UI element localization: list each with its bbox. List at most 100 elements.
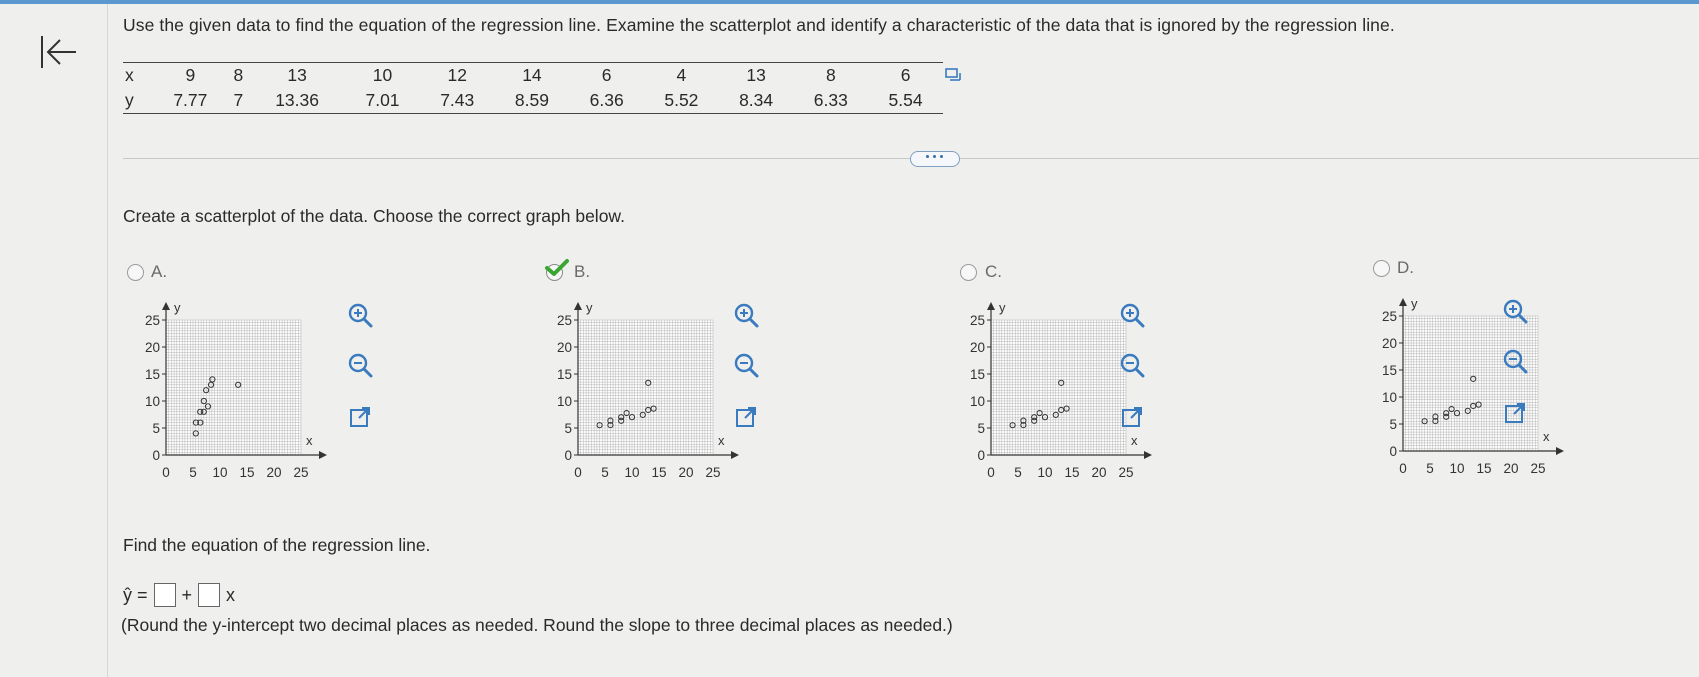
- x-variable: x: [226, 584, 236, 605]
- y-tick-label: 20: [557, 340, 572, 355]
- y-tick-label: 25: [1382, 309, 1397, 324]
- x-row: x 9 8 13 10 12 14 6 4 13 8 6: [123, 62, 943, 88]
- zoom-out-icon[interactable]: [1500, 346, 1530, 376]
- x-tick-label: 20: [678, 465, 693, 480]
- regression-prompt: Find the equation of the regression line…: [123, 535, 431, 555]
- option-d-radio[interactable]: [1373, 260, 1390, 277]
- option-b-label: B.: [574, 262, 591, 281]
- zoom-out-icon[interactable]: [1117, 350, 1147, 380]
- y-tick-label: 5: [564, 421, 572, 436]
- y-tick-label: 10: [145, 394, 160, 409]
- y-cell: 6.33: [793, 88, 869, 114]
- x-tick-label: 5: [601, 465, 609, 480]
- y-label: y: [123, 88, 153, 114]
- y-cell: 5.54: [868, 88, 943, 114]
- option-d-graph: y x 25 20 15 10 5 0 0 5 10 15 20 25: [1367, 294, 1567, 494]
- y-tick-label: 5: [977, 421, 985, 436]
- intercept-input[interactable]: [153, 583, 176, 607]
- x-cell: 6: [569, 62, 645, 88]
- x-tick-label: 0: [987, 465, 995, 480]
- y-axis-arrow: [162, 302, 170, 310]
- x-tick-label: 15: [1064, 465, 1079, 480]
- x-cell: 10: [345, 62, 420, 88]
- open-new-window-icon[interactable]: [1500, 398, 1530, 428]
- question-text: Use the given data to find the equation …: [123, 15, 1395, 35]
- x-axis-label: x: [1131, 433, 1138, 448]
- zoom-in-icon[interactable]: [731, 300, 761, 330]
- y-tick-label: 10: [557, 394, 572, 409]
- y-tick-label: 20: [145, 340, 160, 355]
- y-axis-label: y: [586, 300, 593, 315]
- rounding-note: (Round the y-intercept two decimal place…: [121, 615, 953, 635]
- x-cell: 4: [644, 62, 719, 88]
- open-new-window-icon[interactable]: [1117, 402, 1147, 432]
- y-tick-label: 25: [145, 313, 160, 328]
- regression-equation: ŷ = + x: [123, 583, 235, 607]
- y-cell: 7.77: [153, 88, 228, 114]
- y-tick-label: 25: [557, 313, 572, 328]
- x-tick-label: 10: [1037, 465, 1052, 480]
- left-divider: [107, 4, 108, 677]
- option-a-radio[interactable]: [127, 264, 144, 281]
- x-cell: 13: [249, 62, 346, 88]
- y-tick-label: 10: [1382, 390, 1397, 405]
- x-tick-label: 25: [1118, 465, 1133, 480]
- y-cell: 6.36: [569, 88, 645, 114]
- x-tick-label: 5: [1014, 465, 1022, 480]
- open-new-window-icon[interactable]: [345, 402, 375, 432]
- slope-input[interactable]: [198, 583, 221, 607]
- first-page-icon[interactable]: [38, 32, 80, 72]
- x-axis-label: x: [1543, 429, 1550, 444]
- zoom-in-icon[interactable]: [345, 300, 375, 330]
- option-a-graph: y x 25 20 15 10 5 0 0 5 10 15 20 25: [130, 298, 330, 498]
- copy-icon[interactable]: [944, 66, 962, 84]
- option-c-radio[interactable]: [960, 264, 977, 281]
- x-cell: 13: [718, 62, 794, 88]
- y-cell: 8.59: [494, 88, 570, 114]
- y-hat-label: ŷ =: [123, 584, 148, 605]
- y-tick-label: 15: [145, 367, 160, 382]
- more-dots-icon[interactable]: [910, 151, 960, 167]
- x-tick-label: 0: [162, 465, 170, 480]
- y-tick-label: 20: [1382, 336, 1397, 351]
- open-new-window-icon[interactable]: [731, 402, 761, 432]
- x-tick-label: 5: [189, 465, 197, 480]
- zoom-in-icon[interactable]: [1500, 296, 1530, 326]
- check-icon: [545, 259, 569, 276]
- x-axis-arrow: [731, 451, 739, 459]
- x-tick-label: 15: [1476, 461, 1491, 476]
- y-tick-label: 5: [1389, 417, 1397, 432]
- x-tick-label: 0: [1399, 461, 1407, 476]
- y-axis-arrow: [987, 302, 995, 310]
- scatterplot-prompt: Create a scatterplot of the data. Choose…: [123, 206, 625, 226]
- x-tick-label: 20: [266, 465, 281, 480]
- zoom-out-icon[interactable]: [345, 350, 375, 380]
- y-tick-label: 15: [557, 367, 572, 382]
- x-tick-label: 25: [293, 465, 308, 480]
- y-axis-label: y: [999, 300, 1006, 315]
- y-axis-arrow: [1399, 298, 1407, 306]
- y-tick-label: 0: [564, 448, 572, 463]
- zoom-out-icon[interactable]: [731, 350, 761, 380]
- y-tick-label: 25: [970, 313, 985, 328]
- x-cell: 9: [153, 62, 228, 88]
- x-cell: 8: [793, 62, 869, 88]
- x-tick-label: 0: [574, 465, 582, 480]
- x-tick-label: 20: [1091, 465, 1106, 480]
- option-a-label: A.: [151, 262, 168, 281]
- x-tick-label: 10: [212, 465, 227, 480]
- top-accent-bar: [0, 0, 1699, 4]
- y-tick-label: 15: [1382, 363, 1397, 378]
- y-axis-label: y: [1411, 296, 1418, 311]
- y-cell: 13.36: [249, 88, 346, 114]
- y-cell: 5.52: [644, 88, 719, 114]
- x-cell: 6: [868, 62, 943, 88]
- zoom-in-icon[interactable]: [1117, 300, 1147, 330]
- y-tick-label: 15: [970, 367, 985, 382]
- x-tick-label: 5: [1426, 461, 1434, 476]
- y-tick-label: 5: [152, 421, 160, 436]
- y-axis-label: y: [174, 300, 181, 315]
- option-c-label: C.: [985, 262, 1002, 281]
- y-row: y 7.77 7 13.36 7.01 7.43 8.59 6.36 5.52 …: [123, 88, 943, 114]
- x-axis-arrow: [1144, 451, 1152, 459]
